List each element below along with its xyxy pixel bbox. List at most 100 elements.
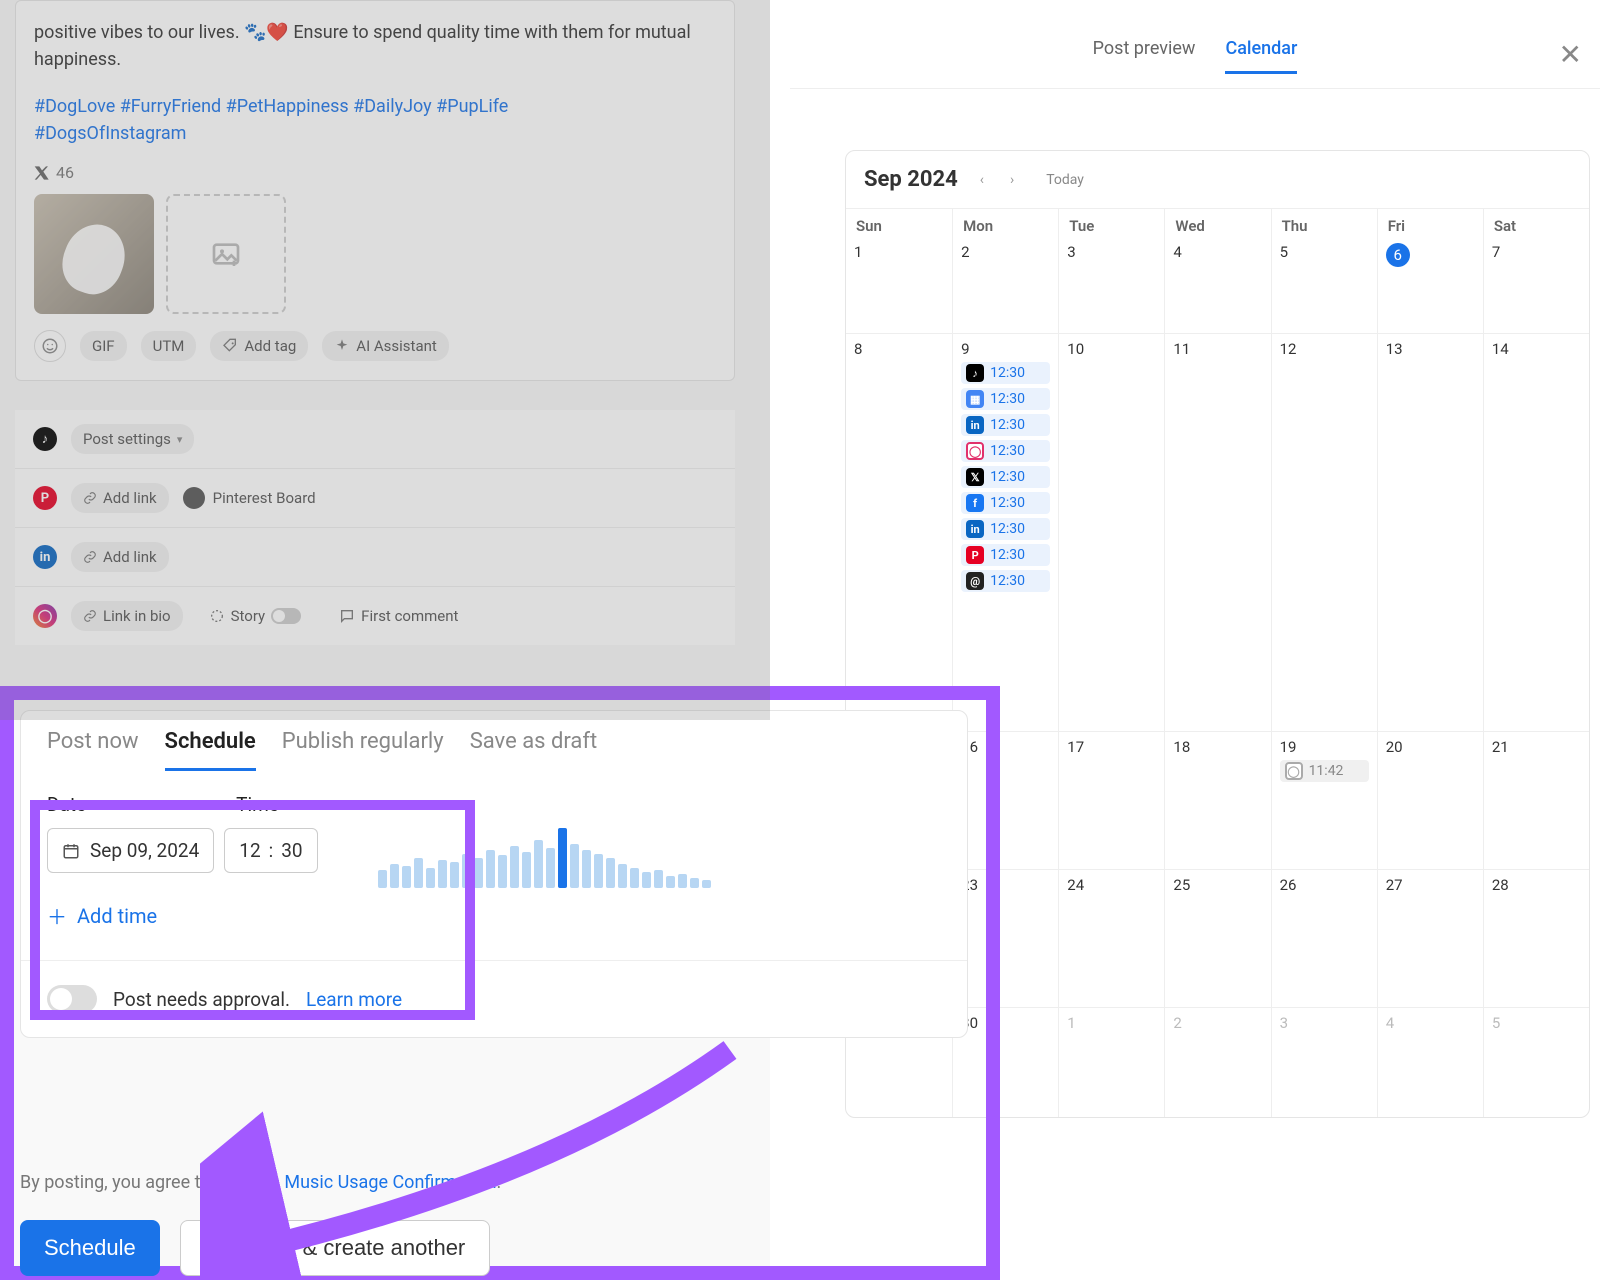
- cal-cell[interactable]: 27: [1377, 869, 1483, 1007]
- linkedin-icon: in: [966, 520, 984, 538]
- post-hashtags[interactable]: #DogLove #FurryFriend #PetHappiness #Dai…: [34, 93, 716, 147]
- cal-cell[interactable]: 18: [1164, 731, 1270, 869]
- link-icon: [83, 609, 97, 623]
- linkedin-row: in Add link: [15, 527, 735, 586]
- cal-cell[interactable]: 13: [1377, 333, 1483, 731]
- emoji-button[interactable]: [34, 330, 66, 362]
- cal-cell[interactable]: 14: [1483, 333, 1589, 731]
- hashtag-line-1: #DogLove #FurryFriend #PetHappiness #Dai…: [34, 96, 508, 117]
- threads-icon: @: [966, 572, 984, 590]
- board-avatar: [183, 487, 205, 509]
- music-usage-link[interactable]: Music Usage Confirmation: [284, 1172, 496, 1193]
- cal-cell[interactable]: 25: [1164, 869, 1270, 1007]
- pinterest-row: P Add link Pinterest Board: [15, 468, 735, 527]
- cal-cell-with-events[interactable]: 9 ♪12:30 ▦12:30 in12:30 ◯12:30 𝕏12:30 f1…: [952, 333, 1058, 731]
- dow-sat: Sat: [1483, 209, 1589, 237]
- cal-cell[interactable]: 5: [1483, 1007, 1589, 1117]
- scheduled-event[interactable]: ▦12:30: [961, 388, 1050, 410]
- dow-fri: Fri: [1377, 209, 1483, 237]
- cal-cell[interactable]: 12: [1271, 333, 1377, 731]
- gmb-icon: ▦: [966, 390, 984, 408]
- annotation-highlight-inner: [30, 800, 475, 1020]
- platform-settings-list: ♪ Post settings ▾ P Add link Pinterest B…: [15, 410, 735, 645]
- cal-cell[interactable]: 19 ◯11:42: [1271, 731, 1377, 869]
- cal-cell[interactable]: 4: [1377, 1007, 1483, 1117]
- schedule-button[interactable]: Schedule: [20, 1220, 160, 1276]
- dow-wed: Wed: [1164, 209, 1270, 237]
- tab-schedule[interactable]: Schedule: [165, 729, 256, 771]
- linkedin-add-link-button[interactable]: Add link: [71, 542, 169, 572]
- scheduled-event[interactable]: 𝕏12:30: [961, 466, 1050, 488]
- dow-tue: Tue: [1058, 209, 1164, 237]
- link-icon: [83, 550, 97, 564]
- pinterest-add-link-button[interactable]: Add link: [71, 483, 169, 513]
- instagram-icon: ◯: [1285, 762, 1303, 780]
- pinterest-board-selector[interactable]: Pinterest Board: [183, 487, 316, 509]
- right-panel-tabs: Post preview Calendar: [790, 0, 1600, 89]
- tab-post-preview[interactable]: Post preview: [1093, 38, 1196, 74]
- cal-cell[interactable]: 26: [1271, 869, 1377, 1007]
- post-composer: positive vibes to our lives. 🐾❤️ Ensure …: [15, 0, 735, 381]
- scheduled-event[interactable]: P12:30: [961, 544, 1050, 566]
- add-tag-button[interactable]: Add tag: [210, 331, 308, 361]
- close-button[interactable]: ✕: [1559, 38, 1582, 71]
- cal-cell[interactable]: 20: [1377, 731, 1483, 869]
- first-comment-button[interactable]: First comment: [327, 601, 470, 631]
- story-switch[interactable]: [271, 608, 301, 624]
- cal-cell[interactable]: 8: [846, 333, 952, 731]
- cal-cell[interactable]: 2: [1164, 1007, 1270, 1117]
- link-in-bio-button[interactable]: Link in bio: [71, 601, 183, 631]
- scheduled-event[interactable]: ◯12:30: [961, 440, 1050, 462]
- emoji-icon: [41, 337, 59, 355]
- link-icon: [83, 491, 97, 505]
- cal-cell[interactable]: 3: [1058, 237, 1164, 333]
- tab-post-now[interactable]: Post now: [47, 729, 139, 771]
- tab-calendar[interactable]: Calendar: [1225, 38, 1297, 74]
- today-button[interactable]: Today: [1046, 172, 1084, 188]
- cal-cell[interactable]: 17: [1058, 731, 1164, 869]
- cal-cell[interactable]: 7: [1483, 237, 1589, 333]
- sparkle-icon: [334, 338, 350, 354]
- tag-icon: [222, 338, 238, 354]
- ai-assistant-button[interactable]: AI Assistant: [322, 331, 449, 361]
- post-settings-dropdown[interactable]: Post settings ▾: [71, 424, 194, 454]
- cal-cell[interactable]: 2: [952, 237, 1058, 333]
- cal-cell[interactable]: 28: [1483, 869, 1589, 1007]
- scheduled-event[interactable]: in12:30: [961, 518, 1050, 540]
- linkedin-icon: in: [966, 416, 984, 434]
- add-media-button[interactable]: [166, 194, 286, 314]
- utm-button[interactable]: UTM: [141, 331, 197, 361]
- cal-cell[interactable]: 1: [846, 237, 952, 333]
- scheduled-event[interactable]: @12:30: [961, 570, 1050, 592]
- scheduled-event[interactable]: ♪12:30: [961, 362, 1050, 384]
- instagram-icon: ◯: [966, 442, 984, 460]
- instagram-icon: ◯: [33, 604, 57, 628]
- cal-cell[interactable]: 24: [1058, 869, 1164, 1007]
- cal-cell[interactable]: 3: [1271, 1007, 1377, 1117]
- cal-cell[interactable]: 4: [1164, 237, 1270, 333]
- dow-mon: Mon: [952, 209, 1058, 237]
- story-toggle[interactable]: Story: [197, 601, 314, 631]
- tiktok-disclaimer: By posting, you agree to TikTok's Music …: [20, 1172, 501, 1193]
- tab-save-as-draft[interactable]: Save as draft: [470, 729, 598, 771]
- cal-cell[interactable]: 5: [1271, 237, 1377, 333]
- post-text-content[interactable]: positive vibes to our lives. 🐾❤️ Ensure …: [34, 19, 716, 73]
- x-platform-icon: [34, 165, 50, 181]
- media-thumbnail[interactable]: [34, 194, 154, 314]
- prev-month-button[interactable]: ‹: [976, 168, 988, 192]
- tiktok-row: ♪ Post settings ▾: [15, 410, 735, 468]
- tab-publish-regularly[interactable]: Publish regularly: [282, 729, 444, 771]
- cal-cell-today[interactable]: 6: [1377, 237, 1483, 333]
- cal-cell[interactable]: 1: [1058, 1007, 1164, 1117]
- story-icon: [209, 608, 225, 624]
- schedule-create-another-button[interactable]: Schedule & create another: [180, 1220, 491, 1276]
- draft-event[interactable]: ◯11:42: [1280, 760, 1369, 782]
- add-image-icon: [210, 238, 242, 270]
- cal-cell[interactable]: 21: [1483, 731, 1589, 869]
- scheduled-event[interactable]: f12:30: [961, 492, 1050, 514]
- cal-cell[interactable]: 11: [1164, 333, 1270, 731]
- next-month-button[interactable]: ›: [1006, 168, 1018, 192]
- gif-button[interactable]: GIF: [80, 331, 127, 361]
- scheduled-event[interactable]: in12:30: [961, 414, 1050, 436]
- cal-cell[interactable]: 10: [1058, 333, 1164, 731]
